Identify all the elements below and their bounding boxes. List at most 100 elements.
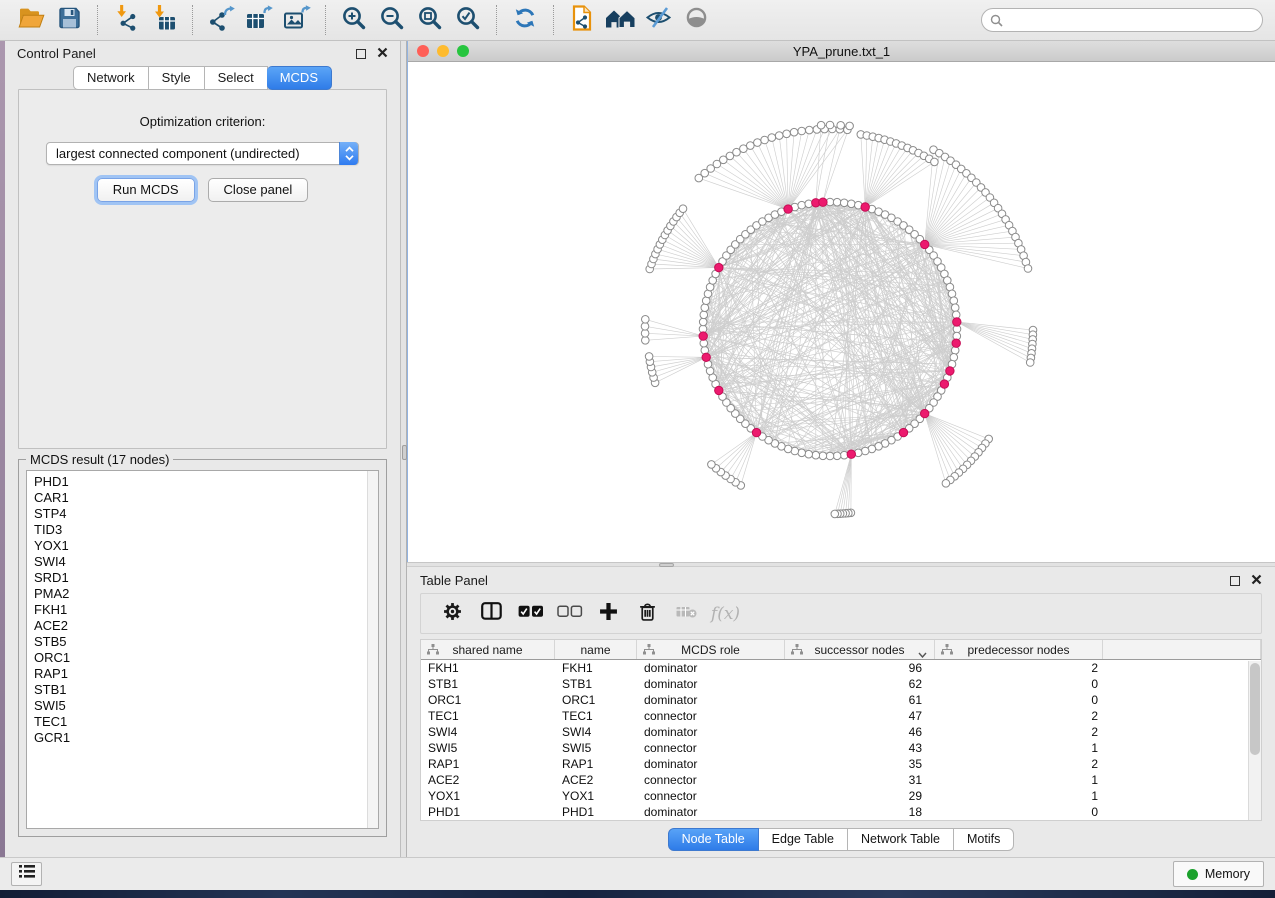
list-item[interactable]: PHD1 [34, 474, 364, 490]
zoom-selected-button[interactable] [449, 4, 487, 36]
list-item[interactable]: STP4 [34, 506, 364, 522]
list-item[interactable]: PMA2 [34, 586, 364, 602]
maximize-window-icon[interactable] [457, 45, 469, 57]
close-panel-icon[interactable] [377, 45, 388, 63]
column-header-shared-name[interactable]: shared name [421, 640, 555, 659]
list-item[interactable]: STB1 [34, 682, 364, 698]
tab-edge-table[interactable]: Edge Table [759, 828, 848, 851]
list-item[interactable]: SWI4 [34, 554, 364, 570]
save-session-button[interactable] [50, 4, 88, 36]
home-button[interactable] [601, 4, 639, 36]
unselect-all-button[interactable] [550, 597, 589, 631]
column-header-predecessor-nodes[interactable]: predecessor nodes [935, 640, 1103, 659]
list-item[interactable]: TEC1 [34, 714, 364, 730]
float-panel-icon[interactable] [1230, 576, 1240, 586]
minimize-window-icon[interactable] [437, 45, 449, 57]
list-item[interactable]: ACE2 [34, 618, 364, 634]
column-header-mcds-role[interactable]: MCDS role [637, 640, 785, 659]
table-row[interactable]: TEC1TEC1connector472 [421, 708, 1261, 724]
tab-network-table[interactable]: Network Table [848, 828, 954, 851]
table-row[interactable]: ORC1ORC1dominator610 [421, 692, 1261, 708]
close-panel-icon[interactable] [1251, 572, 1262, 590]
toolbar-separator [192, 5, 193, 35]
show-graphics-details-button[interactable] [677, 4, 715, 36]
fx-icon: f(x) [711, 604, 740, 624]
toolbar-separator [325, 5, 326, 35]
network-view-frame: YPA_prune.txt_1 [407, 41, 1275, 562]
network-canvas[interactable] [408, 62, 1275, 562]
save-floppy-icon [57, 6, 81, 35]
column-header-successor-nodes[interactable]: successor nodes [785, 640, 935, 659]
mcds-result-list[interactable]: PHD1CAR1STP4TID3YOX1SWI4SRD1PMA2FKH1ACE2… [26, 470, 379, 829]
task-history-button[interactable] [11, 862, 42, 886]
sitemap-icon [941, 644, 953, 658]
add-column-button[interactable] [589, 597, 628, 631]
table-row[interactable]: SWI4SWI4dominator462 [421, 724, 1261, 740]
list-item[interactable]: RAP1 [34, 666, 364, 682]
network-document-icon [570, 5, 594, 36]
zoom-in-button[interactable] [335, 4, 373, 36]
splitter-handle[interactable] [402, 445, 407, 460]
delete-table-button[interactable] [667, 597, 706, 631]
optimization-criterion-select[interactable]: largest connected component (undirected) [46, 142, 359, 165]
open-session-button[interactable] [12, 4, 50, 36]
zoom-in-icon [341, 5, 367, 36]
tab-network[interactable]: Network [73, 66, 149, 90]
list-item[interactable]: YOX1 [34, 538, 364, 554]
function-builder-button[interactable]: f(x) [706, 597, 745, 631]
table-row[interactable]: STB1STB1dominator620 [421, 676, 1261, 692]
tab-node-table[interactable]: Node Table [668, 828, 759, 851]
list-item[interactable]: GCR1 [34, 730, 364, 746]
list-item[interactable]: TID3 [34, 522, 364, 538]
table-row[interactable]: FKH1FKH1dominator962 [421, 660, 1261, 676]
share-network-file-button[interactable] [563, 4, 601, 36]
list-item[interactable]: SRD1 [34, 570, 364, 586]
hide-graphics-details-button[interactable] [639, 4, 677, 36]
zoom-out-button[interactable] [373, 4, 411, 36]
list-item[interactable]: FKH1 [34, 602, 364, 618]
refresh-button[interactable] [506, 4, 544, 36]
run-mcds-button[interactable]: Run MCDS [97, 178, 195, 202]
list-item[interactable]: STB5 [34, 634, 364, 650]
list-item[interactable]: SWI5 [34, 698, 364, 714]
export-network-button[interactable] [202, 4, 240, 36]
tab-motifs[interactable]: Motifs [954, 828, 1014, 851]
search-input[interactable] [1009, 13, 1254, 27]
table-row[interactable]: PHD1PHD1dominator180 [421, 804, 1261, 820]
table-settings-button[interactable] [433, 597, 472, 631]
splitter-handle[interactable] [659, 563, 674, 567]
table-row[interactable]: SWI5SWI5connector431 [421, 740, 1261, 756]
export-table-button[interactable] [240, 4, 278, 36]
column-header-name[interactable]: name [555, 640, 637, 659]
table-scrollbar[interactable] [1248, 661, 1261, 820]
houses-icon [605, 7, 636, 34]
scrollbar-thumb[interactable] [1250, 663, 1260, 755]
node-table-header: shared name name MCDS role successor nod… [421, 640, 1261, 660]
import-table-button[interactable] [145, 4, 183, 36]
table-row[interactable]: ACE2ACE2connector311 [421, 772, 1261, 788]
delete-column-button[interactable] [628, 597, 667, 631]
list-item[interactable]: ORC1 [34, 650, 364, 666]
main-toolbar [0, 0, 1275, 41]
table-row[interactable]: RAP1RAP1dominator352 [421, 756, 1261, 772]
split-view-button[interactable] [472, 597, 511, 631]
tab-style[interactable]: Style [149, 66, 205, 90]
split-columns-icon [481, 602, 502, 625]
select-all-button[interactable] [511, 597, 550, 631]
tab-select[interactable]: Select [205, 66, 268, 90]
gear-icon [443, 602, 462, 626]
tab-mcds[interactable]: MCDS [267, 66, 332, 90]
list-item[interactable]: CAR1 [34, 490, 364, 506]
close-panel-button[interactable]: Close panel [208, 178, 309, 202]
vertical-splitter[interactable] [400, 41, 407, 857]
close-window-icon[interactable] [417, 45, 429, 57]
table-row[interactable]: YOX1YOX1connector291 [421, 788, 1261, 804]
export-image-button[interactable] [278, 4, 316, 36]
import-network-button[interactable] [107, 4, 145, 36]
horizontal-splitter[interactable] [407, 562, 1275, 567]
memory-button[interactable]: Memory [1173, 861, 1264, 887]
dropdown-stepper-icon [339, 142, 358, 165]
float-panel-icon[interactable] [356, 49, 366, 59]
zoom-fit-button[interactable] [411, 4, 449, 36]
result-list-scrollbar[interactable] [367, 471, 378, 828]
